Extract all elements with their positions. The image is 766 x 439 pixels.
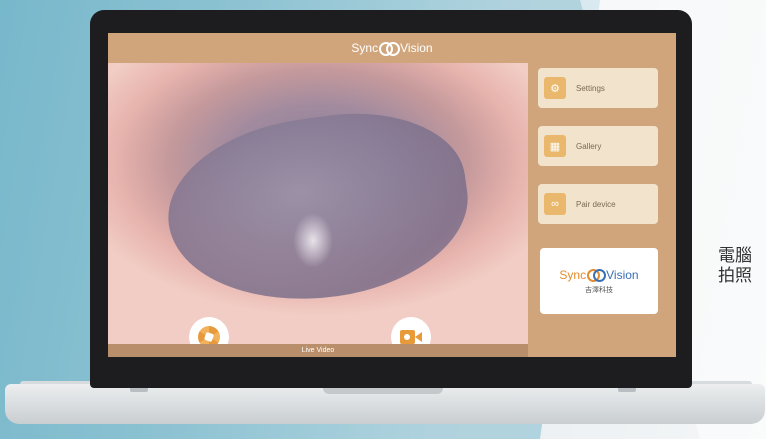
gallery-button[interactable]: ▦ Gallery xyxy=(538,126,658,166)
pair-icon: ∞ xyxy=(544,193,566,215)
side-caption-line2: 拍照 xyxy=(718,266,752,286)
settings-button[interactable]: ⚙ Settings xyxy=(538,68,658,108)
video-image-membrane xyxy=(156,97,480,319)
brand-name-right: Vision xyxy=(606,267,639,282)
settings-label: Settings xyxy=(576,83,605,93)
video-camera-icon xyxy=(400,330,422,344)
gallery-label: Gallery xyxy=(576,141,602,151)
brand-name-left: Sync xyxy=(559,267,587,282)
brand-panel: Sync Vision 吉澤科技 xyxy=(540,248,658,314)
record-video-button[interactable] xyxy=(391,317,431,344)
live-video-view xyxy=(108,63,528,344)
app-titlebar: Sync Vision xyxy=(108,33,676,63)
side-caption: 電腦 拍照 xyxy=(718,246,752,286)
app-title-left: Sync xyxy=(351,41,379,55)
video-image-highlight xyxy=(293,213,333,268)
sync-logo-icon xyxy=(379,42,401,56)
capture-photo-button[interactable] xyxy=(189,317,229,344)
live-video-status: Live Video xyxy=(108,344,528,357)
laptop-notch xyxy=(323,388,443,394)
brand-subtitle: 吉澤科技 xyxy=(585,285,613,294)
brand-logo-icon xyxy=(587,269,607,282)
pair-device-label: Pair device xyxy=(576,199,616,209)
pair-device-button[interactable]: ∞ Pair device xyxy=(538,184,658,224)
side-caption-line1: 電腦 xyxy=(718,246,752,266)
brand-logo: Sync Vision xyxy=(559,267,639,282)
app-title-right: Vision xyxy=(400,41,433,55)
gallery-icon: ▦ xyxy=(544,135,566,157)
app-screen: Sync Vision Live Video ⚙ Settings ▦ Gall… xyxy=(108,33,676,357)
settings-icon: ⚙ xyxy=(544,77,566,99)
aperture-icon xyxy=(198,326,220,344)
